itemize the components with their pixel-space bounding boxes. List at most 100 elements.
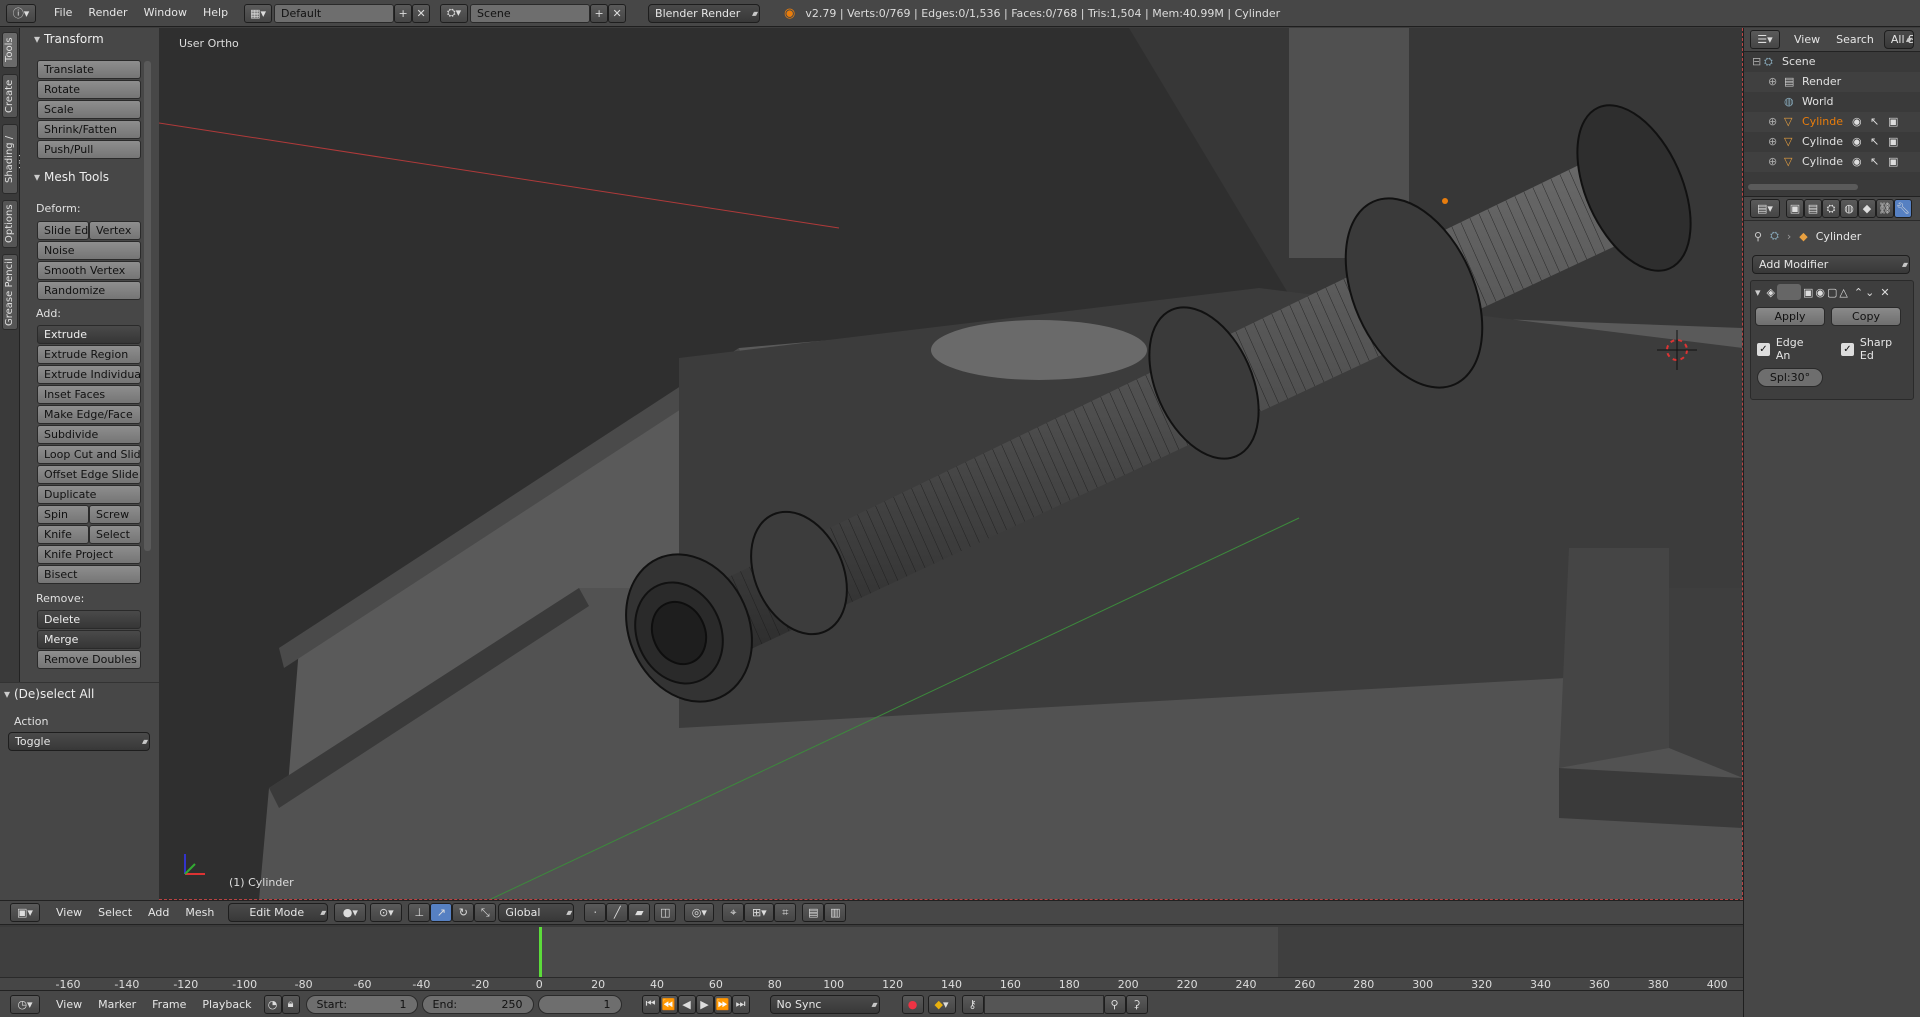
smooth-vertex-button[interactable]: Smooth Vertex	[37, 261, 141, 280]
lock-range-icon[interactable]: 🔒︎	[281, 994, 300, 1014]
tab-create[interactable]: Create	[2, 74, 18, 118]
bisect-button[interactable]: Bisect	[37, 565, 141, 584]
modifier-name-field[interactable]	[1777, 284, 1801, 300]
delete-layout-icon[interactable]: ✕	[412, 3, 431, 23]
outliner-item-world[interactable]: ◍ World	[1744, 92, 1920, 112]
split-angle-field[interactable]: Spl:30°	[1757, 368, 1823, 387]
face-select-icon[interactable]: ▰	[628, 903, 651, 922]
start-frame-field[interactable]: Start: 1	[305, 994, 418, 1014]
jump-end-icon[interactable]: ⏭	[731, 994, 750, 1014]
constraints-tab-icon[interactable]: ⛓	[1876, 199, 1894, 218]
delete-dropdown[interactable]: Delete	[37, 610, 141, 629]
tool-shelf-scrollbar[interactable]	[144, 61, 151, 551]
outliner-item-scene[interactable]: ⊟ ⛭ Scene	[1744, 52, 1920, 72]
noise-button[interactable]: Noise	[37, 241, 141, 260]
translate-manipulator-icon[interactable]: ↗	[430, 903, 453, 922]
add-layout-icon[interactable]: +	[394, 3, 413, 23]
render-icon[interactable]: ▤	[802, 903, 825, 922]
render-engine-dropdown[interactable]: Blender Render	[648, 3, 761, 23]
render-animation-icon[interactable]: ▥	[824, 903, 847, 922]
outliner-item-render[interactable]: ⊕ ▤ Render	[1744, 72, 1920, 92]
outliner-h-scrollbar[interactable]	[1748, 184, 1858, 190]
menu-help[interactable]: Help	[195, 0, 236, 26]
loop-cut-button[interactable]: Loop Cut and Slide	[37, 445, 141, 464]
expand-icon[interactable]: ⊕	[1768, 152, 1777, 172]
timeline-ruler[interactable]: -160 -140 -120 -100 -80 -60 -40 -20 0 20 40 60 80 100…	[0, 977, 1743, 991]
end-frame-field[interactable]: End: 250	[421, 994, 534, 1014]
offset-edge-slide-button[interactable]: Offset Edge Slide	[37, 465, 141, 484]
edge-select-icon[interactable]: ╱	[606, 903, 629, 922]
vertex-slide-button[interactable]: Vertex	[89, 221, 141, 240]
jump-keyframe-back-icon[interactable]: ⏪	[659, 994, 678, 1014]
add-modifier-dropdown[interactable]: Add Modifier	[1752, 255, 1910, 274]
extrude-individual-button[interactable]: Extrude Individual	[37, 365, 141, 384]
selectable-cursor-icon[interactable]: ↖	[1870, 112, 1879, 132]
renderable-camera-icon[interactable]: ▣	[1888, 112, 1898, 132]
menu-playback[interactable]: Playback	[194, 991, 259, 1017]
modifiers-tab-icon[interactable]: 🔧︎	[1894, 199, 1912, 218]
screw-button[interactable]: Screw	[89, 505, 141, 524]
sharp-edges-checkbox[interactable]: ✓	[1841, 342, 1854, 356]
menu-frame[interactable]: Frame	[144, 991, 194, 1017]
visibility-eye-icon[interactable]: ◉	[1852, 112, 1862, 132]
insert-keyframe-icon[interactable]: ⚲	[1103, 994, 1126, 1014]
scale-manipulator-icon[interactable]: ⤡	[474, 903, 497, 922]
outliner-item-cylinder[interactable]: ⊕ ▽ Cylinde ◉ ↖ ▣	[1744, 112, 1920, 132]
edge-angle-checkbox[interactable]: ✓	[1757, 342, 1770, 356]
action-dropdown[interactable]: Toggle	[8, 732, 150, 751]
menu-window[interactable]: Window	[136, 0, 195, 26]
object-tab-icon[interactable]: ◆	[1858, 199, 1876, 218]
rotate-button[interactable]: Rotate	[37, 80, 141, 99]
move-down-icon[interactable]: ⌄	[1865, 286, 1874, 299]
playhead[interactable]	[539, 927, 542, 977]
editor-type-properties-icon[interactable]: ▤▾	[1750, 199, 1780, 218]
knife-button[interactable]: Knife	[37, 525, 89, 544]
scene-field[interactable]: Scene	[470, 3, 591, 23]
jump-start-icon[interactable]: ⏮	[641, 994, 660, 1014]
collapse-modifier-icon[interactable]: ▾	[1755, 286, 1761, 299]
render-layers-tab-icon[interactable]: ▤	[1804, 199, 1822, 218]
remove-modifier-icon[interactable]: ✕	[1880, 286, 1889, 299]
mesh-tools-panel-header[interactable]: Mesh Tools	[30, 166, 150, 188]
preview-range-icon[interactable]: ◔	[263, 994, 282, 1014]
jump-keyframe-forward-icon[interactable]: ⏩	[713, 994, 732, 1014]
display-mode-dropdown[interactable]: All S	[1883, 30, 1914, 49]
extrude-dropdown[interactable]: Extrude	[37, 325, 141, 344]
outliner-item-cylinder[interactable]: ⊕ ▽ Cylinde ◉ ↖ ▣	[1744, 152, 1920, 172]
tab-shading-uvs[interactable]: Shading / UVs	[2, 124, 29, 194]
timeline-editor[interactable]: -160 -140 -120 -100 -80 -60 -40 -20 0 20 40 60 80 100…	[0, 924, 1743, 991]
editor-type-timeline-icon[interactable]: ◷▾	[10, 994, 40, 1014]
editor-type-info-icon[interactable]: ⓘ▾	[6, 3, 36, 23]
tab-grease-pencil[interactable]: Grease Pencil	[2, 254, 18, 330]
menu-view[interactable]: View	[48, 901, 90, 925]
transform-panel-header[interactable]: Transform	[30, 28, 150, 50]
slide-edge-button[interactable]: Slide Ed	[37, 221, 89, 240]
active-keying-set-field[interactable]	[983, 994, 1104, 1014]
inset-faces-button[interactable]: Inset Faces	[37, 385, 141, 404]
renderable-camera-icon[interactable]: ▣	[1888, 152, 1898, 172]
cage-toggle-icon[interactable]: △	[1839, 286, 1847, 299]
menu-file[interactable]: File	[46, 0, 80, 26]
layout-grid-icon[interactable]: ▦▾	[244, 3, 273, 23]
copy-button[interactable]: Copy	[1831, 307, 1901, 326]
editmode-toggle-icon[interactable]: ▢	[1827, 286, 1837, 299]
scene-icon[interactable]: ⛭▾	[440, 3, 469, 23]
snap-toggle-icon[interactable]: ⌖	[722, 903, 745, 922]
randomize-button[interactable]: Randomize	[37, 281, 141, 300]
move-up-icon[interactable]: ⌃	[1854, 286, 1863, 299]
proportional-edit-icon[interactable]: ◎▾	[684, 903, 715, 922]
occlude-geometry-icon[interactable]: ◫	[654, 903, 677, 922]
translate-button[interactable]: Translate	[37, 60, 141, 79]
snap-target-icon[interactable]: ⌗	[774, 903, 797, 922]
spin-button[interactable]: Spin	[37, 505, 89, 524]
visibility-eye-icon[interactable]: ◉	[1852, 132, 1862, 152]
rotate-manipulator-icon[interactable]: ↻	[452, 903, 475, 922]
editor-type-3d-icon[interactable]: ▣▾	[10, 903, 40, 922]
menu-timeline-view[interactable]: View	[48, 991, 90, 1017]
play-reverse-icon[interactable]: ◀	[677, 994, 696, 1014]
viewport-shading-icon[interactable]: ●▾	[334, 903, 367, 922]
scene-tab-icon[interactable]: ⛭	[1822, 199, 1840, 218]
mode-dropdown[interactable]: Edit Mode	[228, 903, 329, 922]
renderable-camera-icon[interactable]: ▣	[1888, 132, 1898, 152]
knife-select-button[interactable]: Select	[89, 525, 141, 544]
